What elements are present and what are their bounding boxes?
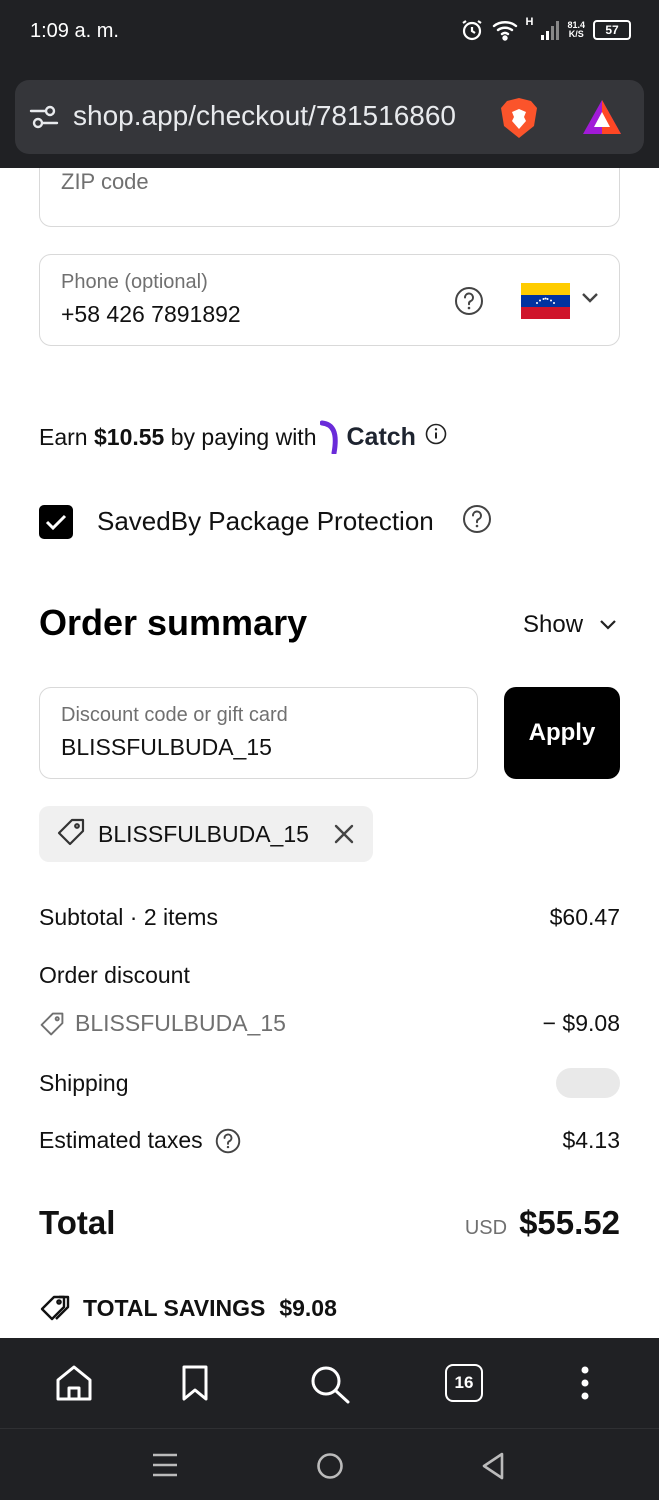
taxes-row: Estimated taxes $4.13 bbox=[39, 1127, 620, 1154]
wifi-icon bbox=[492, 19, 518, 41]
shipping-loading-placeholder bbox=[556, 1068, 620, 1098]
brave-rewards-icon[interactable] bbox=[581, 98, 623, 141]
total-value: $55.52 bbox=[519, 1204, 620, 1241]
shipping-label: Shipping bbox=[39, 1069, 129, 1096]
discount-code-label: BLISSFULBUDA_15 bbox=[75, 1010, 286, 1036]
more-menu-icon[interactable] bbox=[578, 1364, 592, 1407]
total-savings-row: TOTAL SAVINGS $9.08 bbox=[39, 1294, 337, 1322]
zip-placeholder: ZIP code bbox=[61, 169, 149, 194]
total-savings-value: $9.08 bbox=[279, 1294, 337, 1321]
package-protection-checkbox[interactable] bbox=[39, 504, 73, 539]
status-icons: H 81.4 K/S 57 bbox=[460, 16, 631, 42]
currency-label: USD bbox=[464, 1217, 508, 1239]
tag-icon bbox=[56, 817, 86, 852]
info-icon[interactable] bbox=[425, 423, 447, 451]
discount-label: Discount code or gift card bbox=[61, 704, 288, 726]
battery-icon: 57 bbox=[593, 20, 631, 40]
alarm-icon bbox=[460, 18, 484, 42]
total-row: Total USD $55.52 bbox=[39, 1204, 620, 1242]
order-summary-toggle[interactable]: Show bbox=[523, 611, 617, 639]
applied-code-label: BLISSFULBUDA_15 bbox=[98, 820, 309, 847]
order-summary-title: Order summary bbox=[39, 602, 308, 643]
zip-field[interactable]: ZIP code bbox=[39, 168, 620, 227]
catch-swoosh-icon bbox=[320, 420, 339, 454]
total-savings-label: TOTAL SAVINGS bbox=[83, 1294, 266, 1321]
back-icon[interactable] bbox=[480, 1451, 506, 1486]
discount-code-input[interactable]: Discount code or gift card BLISSFULBUDA_… bbox=[39, 687, 478, 779]
subtotal-row: Subtotal · 2 items $60.47 bbox=[39, 904, 620, 931]
site-settings-icon[interactable] bbox=[29, 104, 59, 135]
catch-earn-banner: Earn $10.55 by paying with Catch bbox=[39, 420, 447, 454]
browser-toolbar: 16 bbox=[0, 1338, 659, 1428]
net-speed: 81.4 K/S bbox=[567, 20, 585, 39]
signal-icon bbox=[541, 20, 560, 40]
chevron-down-icon[interactable] bbox=[580, 291, 600, 310]
catch-logo: Catch bbox=[320, 420, 416, 454]
address-bar[interactable]: shop.app/checkout/781516860 bbox=[15, 80, 644, 154]
taxes-help-icon[interactable] bbox=[215, 1128, 241, 1154]
url-text[interactable]: shop.app/checkout/781516860 bbox=[73, 100, 493, 132]
close-icon[interactable] bbox=[333, 823, 355, 850]
catch-earn-amount: $10.55 bbox=[93, 423, 165, 450]
browser-address-area: shop.app/checkout/781516860 bbox=[0, 70, 659, 168]
shipping-row: Shipping bbox=[39, 1068, 620, 1098]
package-protection-label: SavedBy Package Protection bbox=[97, 506, 434, 536]
checkout-content: ZIP code Phone (optional) +58 426 789189… bbox=[0, 168, 659, 1338]
phone-field[interactable]: Phone (optional) +58 426 7891892 bbox=[39, 254, 620, 346]
status-time: 1:09 a. m. bbox=[30, 20, 119, 42]
home-icon[interactable] bbox=[54, 1364, 94, 1407]
phone-help-icon[interactable] bbox=[454, 286, 484, 321]
catch-earn-prefix: Earn bbox=[39, 423, 94, 450]
home-nav-icon[interactable] bbox=[315, 1451, 345, 1486]
subtotal-label: Subtotal · 2 items bbox=[39, 904, 218, 930]
battery-level: 57 bbox=[605, 23, 619, 37]
taxes-value: $4.13 bbox=[562, 1127, 620, 1153]
status-bar: 1:09 a. m. H 81.4 K/S 57 bbox=[0, 0, 659, 70]
recents-icon[interactable] bbox=[150, 1451, 180, 1484]
system-nav-bar bbox=[0, 1428, 659, 1500]
package-protection-row[interactable]: SavedBy Package Protection bbox=[39, 504, 492, 539]
show-label: Show bbox=[523, 611, 584, 638]
phone-value[interactable]: +58 426 7891892 bbox=[61, 301, 241, 328]
search-icon[interactable] bbox=[309, 1364, 351, 1409]
discount-amount: − $9.08 bbox=[542, 1010, 620, 1036]
tabs-button[interactable]: 16 bbox=[445, 1364, 483, 1402]
order-discount-label: Order discount bbox=[39, 962, 190, 988]
catch-earn-suffix: by paying with bbox=[164, 423, 317, 450]
tab-count: 16 bbox=[445, 1364, 483, 1402]
subtotal-value: $60.47 bbox=[549, 904, 620, 930]
network-type: H bbox=[525, 16, 534, 28]
check-icon bbox=[45, 514, 67, 530]
taxes-label: Estimated taxes bbox=[39, 1127, 203, 1153]
apply-button[interactable]: Apply bbox=[504, 687, 620, 779]
discount-code-cell: BLISSFULBUDA_15 bbox=[39, 1010, 286, 1037]
package-help-icon[interactable] bbox=[462, 504, 492, 539]
bookmark-icon[interactable] bbox=[180, 1364, 210, 1407]
order-discount-row: Order discount bbox=[39, 962, 620, 989]
venezuela-flag-icon[interactable] bbox=[521, 283, 570, 319]
savings-tags-icon bbox=[40, 1295, 70, 1321]
applied-discount-chip: BLISSFULBUDA_15 bbox=[39, 806, 373, 862]
taxes-cell: Estimated taxes bbox=[39, 1127, 241, 1154]
brave-shields-icon[interactable] bbox=[499, 96, 539, 145]
catch-brand-name: Catch bbox=[346, 422, 416, 451]
discount-value[interactable]: BLISSFULBUDA_15 bbox=[61, 734, 272, 761]
discount-code-row: BLISSFULBUDA_15 − $9.08 bbox=[39, 1010, 620, 1037]
total-label: Total bbox=[39, 1204, 116, 1241]
total-cell: USD $55.52 bbox=[465, 1204, 620, 1242]
tag-icon bbox=[40, 1012, 64, 1035]
chevron-down-icon bbox=[600, 620, 616, 630]
phone-label: Phone (optional) bbox=[61, 271, 208, 293]
